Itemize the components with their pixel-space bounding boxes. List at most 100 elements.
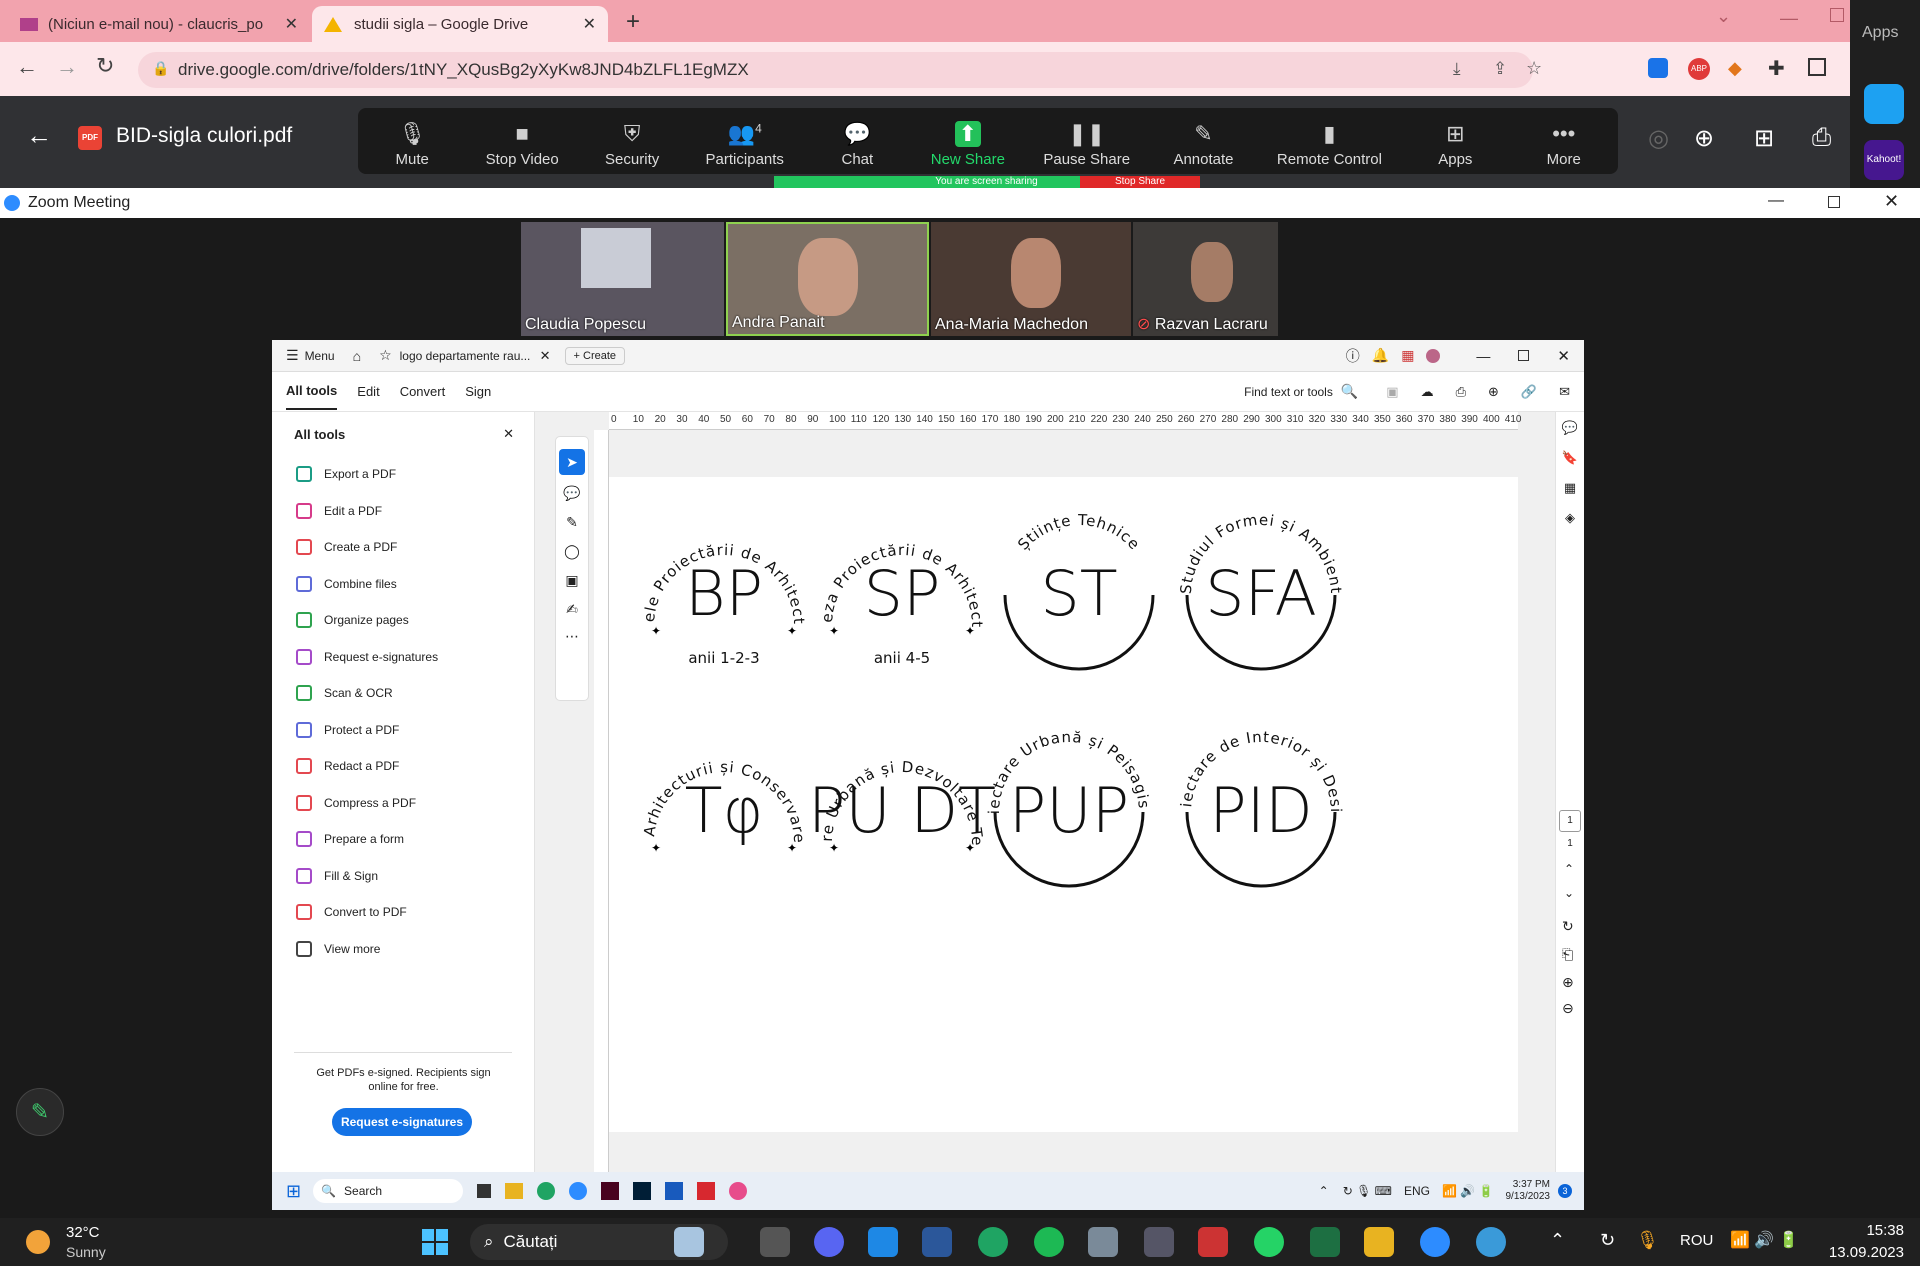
photoshop-icon[interactable] (633, 1182, 652, 1200)
app-icon[interactable] (729, 1182, 748, 1200)
file-explorer-icon[interactable] (505, 1183, 524, 1199)
close-doc-tab-icon[interactable]: ✕ (540, 348, 551, 364)
tool-item[interactable]: Request e-signatures (272, 639, 534, 676)
minimize-icon[interactable]: — (1780, 8, 1798, 29)
share-icon[interactable]: ⇪ (1493, 59, 1507, 79)
text-box-icon[interactable]: ▣ (556, 572, 588, 589)
app-icon[interactable] (1864, 84, 1904, 124)
address-bar[interactable]: 🔒 drive.google.com/drive/folders/1tNY_XQ… (138, 52, 1542, 88)
tool-item[interactable]: Export a PDF (272, 456, 534, 493)
create-button[interactable]: + Create (564, 346, 626, 365)
discord-icon[interactable] (814, 1227, 844, 1257)
excel-icon[interactable] (1310, 1227, 1340, 1257)
comments-icon[interactable]: 💬 (1556, 420, 1584, 436)
tool-item[interactable]: Scan & OCR (272, 675, 534, 712)
pause-share-button[interactable]: ❚❚ Pause Share (1043, 121, 1130, 168)
new-share-button[interactable]: ⬆ New Share (931, 121, 1005, 168)
participant-video[interactable]: ⊘ Razvan Lacraru (1133, 222, 1278, 336)
close-panel-icon[interactable]: ✕ (503, 426, 514, 442)
windows-start-icon[interactable] (422, 1229, 448, 1255)
bookmark-star-icon[interactable]: ☆ (1526, 58, 1542, 79)
back-arrow-icon[interactable]: ← (26, 120, 52, 151)
minimize-icon[interactable]: — (1476, 348, 1490, 364)
restore-icon[interactable] (1518, 350, 1530, 361)
clock[interactable]: 3:37 PM 9/13/2023 (1506, 1179, 1551, 1203)
annotate-button[interactable]: ✎ Annotate (1168, 121, 1238, 168)
apps-button[interactable]: ⊞ Apps (1420, 121, 1490, 168)
remote-control-button[interactable]: ▮ Remote Control (1277, 121, 1382, 168)
install-icon[interactable]: ⤓ (1453, 59, 1461, 79)
chrome-icon[interactable] (978, 1227, 1008, 1257)
share-user-icon[interactable]: ⊕ (1488, 384, 1499, 400)
whatsapp-icon[interactable] (1254, 1227, 1284, 1257)
tool-item[interactable]: Compress a PDF (272, 785, 534, 822)
tab-gmail[interactable]: (Niciun e-mail nou) - claucris_po ✕ (8, 6, 310, 42)
extract-page-icon[interactable]: ⎗ (1562, 946, 1573, 963)
sign-icon[interactable]: ✍ (556, 601, 588, 618)
zoom-in-icon[interactable]: ⊕ (1562, 974, 1574, 991)
task-view-icon[interactable] (760, 1227, 790, 1257)
notification-badge[interactable]: 3 (1558, 1184, 1572, 1198)
weather-temp[interactable]: 32°C (66, 1224, 100, 1241)
zoom-out-icon[interactable]: ⊖ (1562, 1000, 1574, 1017)
hamburger-icon[interactable]: ☰ (286, 347, 299, 364)
wifi-volume-battery-icons[interactable]: 📶 🔊 🔋 (1730, 1230, 1799, 1250)
tab-convert[interactable]: Convert (400, 384, 446, 399)
microphone-icon[interactable]: 🎙 (1636, 1230, 1659, 1251)
restore-icon[interactable] (1828, 196, 1840, 208)
close-window-icon[interactable]: ✕ (1884, 191, 1899, 212)
more-button[interactable]: ••• More (1529, 121, 1599, 168)
draw-lasso-icon[interactable]: ◯ (556, 543, 588, 560)
tool-item[interactable]: Create a PDF (272, 529, 534, 566)
participant-video-active-speaker[interactable]: Andra Panait (726, 222, 929, 336)
app-icon[interactable] (1198, 1227, 1228, 1257)
tool-item[interactable]: View more (272, 931, 534, 968)
adblock-icon[interactable]: ABP (1688, 58, 1710, 80)
tool-item[interactable]: Convert to PDF (272, 894, 534, 931)
search-icon[interactable]: 🔍 (1341, 383, 1358, 400)
rotate-icon[interactable]: ↻ (1562, 918, 1574, 935)
request-esignatures-button[interactable]: Request e-signatures (332, 1108, 472, 1136)
page-down-icon[interactable]: ⌄ (1564, 886, 1574, 900)
save-icon[interactable]: ▣ (1386, 384, 1398, 400)
tool-item[interactable]: Fill & Sign (272, 858, 534, 895)
close-tab-icon[interactable]: ✕ (583, 14, 596, 34)
close-tab-icon[interactable]: ✕ (285, 14, 298, 34)
help-icon[interactable]: ⓘ (1346, 346, 1360, 366)
bookmarks-icon[interactable]: 🔖 (1556, 450, 1584, 466)
metamask-icon[interactable]: ◆ (1728, 58, 1742, 79)
menu-button[interactable]: Menu (305, 349, 335, 363)
sync-icon[interactable]: ↻ (1600, 1230, 1615, 1251)
weather-desc[interactable]: Sunny (66, 1244, 106, 1260)
security-button[interactable]: ⛨ Security (597, 121, 667, 168)
select-cursor-icon[interactable]: ➤ (559, 449, 585, 475)
highlight-pen-icon[interactable]: ✎ (556, 514, 588, 531)
chrome-icon[interactable] (537, 1182, 556, 1200)
chat-button[interactable]: 💬 Chat (822, 121, 892, 168)
clock-date[interactable]: 13.09.2023 (1824, 1244, 1904, 1261)
tab-drive[interactable]: studii sigla – Google Drive ✕ (312, 6, 608, 42)
home-icon[interactable]: ⌂ (353, 348, 361, 364)
open-with-icon[interactable]: ◎ (1648, 124, 1669, 153)
language-indicator[interactable]: ENG (1404, 1184, 1430, 1198)
wifi-volume-battery-icons[interactable]: 📶 🔊 🔋 (1442, 1184, 1494, 1198)
apps-grid-icon[interactable]: ▦ (1401, 347, 1414, 364)
spotify-icon[interactable] (1034, 1227, 1064, 1257)
document-tab[interactable]: logo departamente rau... (400, 349, 530, 363)
link-icon[interactable]: 🔗 (1521, 384, 1537, 400)
close-window-icon[interactable]: ✕ (1557, 347, 1570, 365)
print-icon[interactable]: ⎙ (1456, 384, 1466, 400)
find-tools-input[interactable]: Find text or tools (1244, 385, 1333, 399)
tab-all-tools[interactable]: All tools (286, 373, 338, 410)
word-icon[interactable] (665, 1182, 684, 1200)
avatar[interactable] (1426, 348, 1441, 363)
tool-item[interactable]: Organize pages (272, 602, 534, 639)
stop-share-button[interactable]: Stop Share (1080, 176, 1200, 188)
zoom-icon[interactable] (1420, 1227, 1450, 1257)
stop-video-button[interactable]: ■ Stop Video (486, 121, 559, 168)
print-icon[interactable]: ⎙ (1812, 124, 1831, 152)
add-to-drive-icon[interactable]: ⊕ (1694, 124, 1714, 153)
file-explorer-icon[interactable] (1364, 1227, 1394, 1257)
acrobat-icon[interactable] (697, 1182, 716, 1200)
mail-icon[interactable] (868, 1227, 898, 1257)
